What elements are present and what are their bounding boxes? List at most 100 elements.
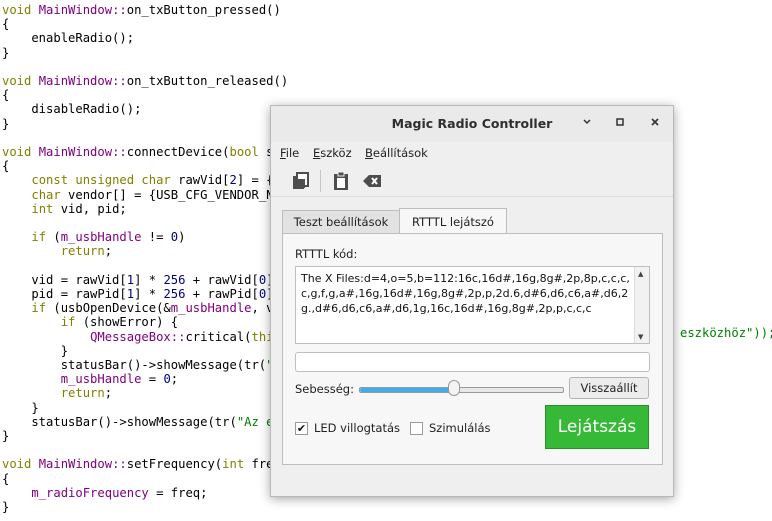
- scroll-up-icon[interactable]: ▲: [638, 270, 643, 278]
- code-token: return: [60, 386, 105, 401]
- rtttl-code-textarea[interactable]: The X Files:d=4,o=5,b=112:16c,16d#,16g,8…: [295, 266, 650, 344]
- code-token: if: [31, 230, 54, 245]
- play-button[interactable]: Lejátszás: [545, 405, 649, 449]
- code-token: ] *: [134, 287, 164, 301]
- code-token: {: [2, 159, 10, 174]
- code-line: enableRadio();: [2, 31, 134, 45]
- rtttl-code-label: RTTTL kód:: [295, 247, 358, 261]
- code-line: m_radioFrequency = freq;: [2, 486, 207, 500]
- code-line: vid = rawVid[1] * 256 + rawVid[0];: [2, 273, 281, 287]
- toolbar: [271, 164, 673, 197]
- minimize-icon[interactable]: [578, 115, 596, 133]
- code-token: 1: [126, 272, 135, 287]
- led-checkbox-label[interactable]: LED villogtatás: [314, 421, 400, 435]
- rtttl-panel: RTTTL kód: The X Files:d=4,o=5,b=112:16c…: [282, 233, 663, 465]
- rtttl-code-text[interactable]: The X Files:d=4,o=5,b=112:16c,16d#,16g,8…: [301, 271, 631, 317]
- menu-bar: File Eszköz Beállítások: [271, 142, 673, 164]
- code-token: vendor[] = {USB_CFG_VENDOR_NAM: [68, 187, 289, 202]
- code-line: }: [2, 46, 9, 60]
- code-token: 1: [126, 287, 135, 301]
- code-token: ::: [112, 145, 127, 159]
- clear-icon[interactable]: [361, 170, 383, 192]
- code-token: ;: [104, 386, 113, 401]
- code-token: 2: [229, 173, 237, 188]
- code-line: void MainWindow::connectDevice(bool sh: [2, 145, 281, 159]
- code-token: pid = rawPid[: [2, 287, 127, 301]
- code-token: void: [2, 457, 39, 472]
- code-token: m_usbHandle: [60, 372, 142, 387]
- code-token: = freq;: [148, 485, 208, 500]
- code-line: return;: [2, 244, 112, 258]
- code-token: connectDevice(: [126, 145, 230, 159]
- code-line: }: [2, 400, 39, 415]
- code-token: on_txButton_pressed(): [126, 3, 281, 17]
- code-line: pid = rawPid[1] * 256 + rawPid[0];: [2, 287, 281, 301]
- code-token: ;: [170, 372, 179, 387]
- speed-slider[interactable]: [359, 387, 564, 393]
- code-token: 256: [163, 287, 186, 301]
- reset-button[interactable]: Visszaállít: [569, 377, 649, 399]
- code-token: MainWindow: [38, 74, 113, 88]
- magic-radio-window: Magic Radio Controller File Eszköz Beáll…: [270, 105, 674, 497]
- code-token: int: [31, 201, 61, 216]
- code-line: int vid, pid;: [2, 201, 126, 216]
- code-line: QMessageBox::critical(this: [2, 330, 281, 344]
- code-token: }: [2, 400, 39, 415]
- code-line: {: [2, 472, 9, 486]
- code-token: void: [2, 3, 39, 17]
- simulation-checkbox-label[interactable]: Szimulálás: [429, 421, 491, 435]
- led-checkbox[interactable]: ✔: [295, 422, 308, 435]
- menu-device[interactable]: Eszköz: [313, 146, 352, 160]
- paste-icon[interactable]: [330, 170, 352, 192]
- code-line: disableRadio();: [2, 102, 141, 116]
- textarea-scrollbar[interactable]: ▲ ▼: [634, 267, 649, 343]
- code-token: disableRadio();: [2, 102, 142, 117]
- menu-file[interactable]: File: [280, 146, 299, 160]
- simulation-checkbox[interactable]: [410, 422, 423, 435]
- close-icon[interactable]: [646, 115, 664, 133]
- code-token: m_usbHandle: [170, 301, 252, 316]
- speed-slider-handle[interactable]: [448, 380, 461, 396]
- copy-icon[interactable]: [290, 170, 312, 192]
- code-token: void: [2, 74, 39, 88]
- code-line: }: [2, 117, 9, 131]
- code-token: ] *: [134, 272, 164, 287]
- code-token: if: [60, 315, 83, 330]
- toolbar-separator: [320, 170, 321, 192]
- maximize-icon[interactable]: [611, 115, 629, 133]
- scroll-down-icon[interactable]: ▼: [638, 333, 643, 341]
- code-token: void: [2, 145, 39, 159]
- code-line: {: [2, 159, 9, 173]
- code-token: }: [2, 116, 10, 131]
- rtttl-input-field[interactable]: [295, 352, 650, 372]
- code-token: m_usbHandle: [60, 230, 142, 245]
- code-token: vid = rawVid[: [2, 272, 127, 287]
- code-token: ::: [112, 457, 127, 472]
- code-token: + rawPid[: [185, 287, 259, 301]
- code-line: {: [2, 88, 9, 102]
- code-line: void MainWindow::setFrequency(int freq: [2, 457, 281, 471]
- speed-label: Sebesség:: [295, 382, 354, 396]
- code-token: {: [2, 471, 10, 486]
- code-overflow-text: eszközhöz"));: [680, 326, 772, 340]
- code-line: }: [2, 344, 68, 358]
- code-token: MainWindow: [38, 145, 113, 159]
- code-line: if (m_usbHandle != 0): [2, 230, 185, 244]
- title-bar[interactable]: Magic Radio Controller: [271, 106, 673, 142]
- code-line: }: [2, 500, 9, 514]
- code-token: on_txButton_released(): [126, 74, 289, 88]
- code-token: if: [31, 301, 54, 316]
- tab-test-settings[interactable]: Teszt beállítások: [282, 210, 400, 234]
- code-token: setFrequency(: [126, 457, 223, 472]
- code-token: char: [31, 187, 69, 202]
- menu-settings[interactable]: Beállítások: [365, 146, 428, 160]
- tab-rtttl-player[interactable]: RTTTL lejátszó: [399, 208, 507, 233]
